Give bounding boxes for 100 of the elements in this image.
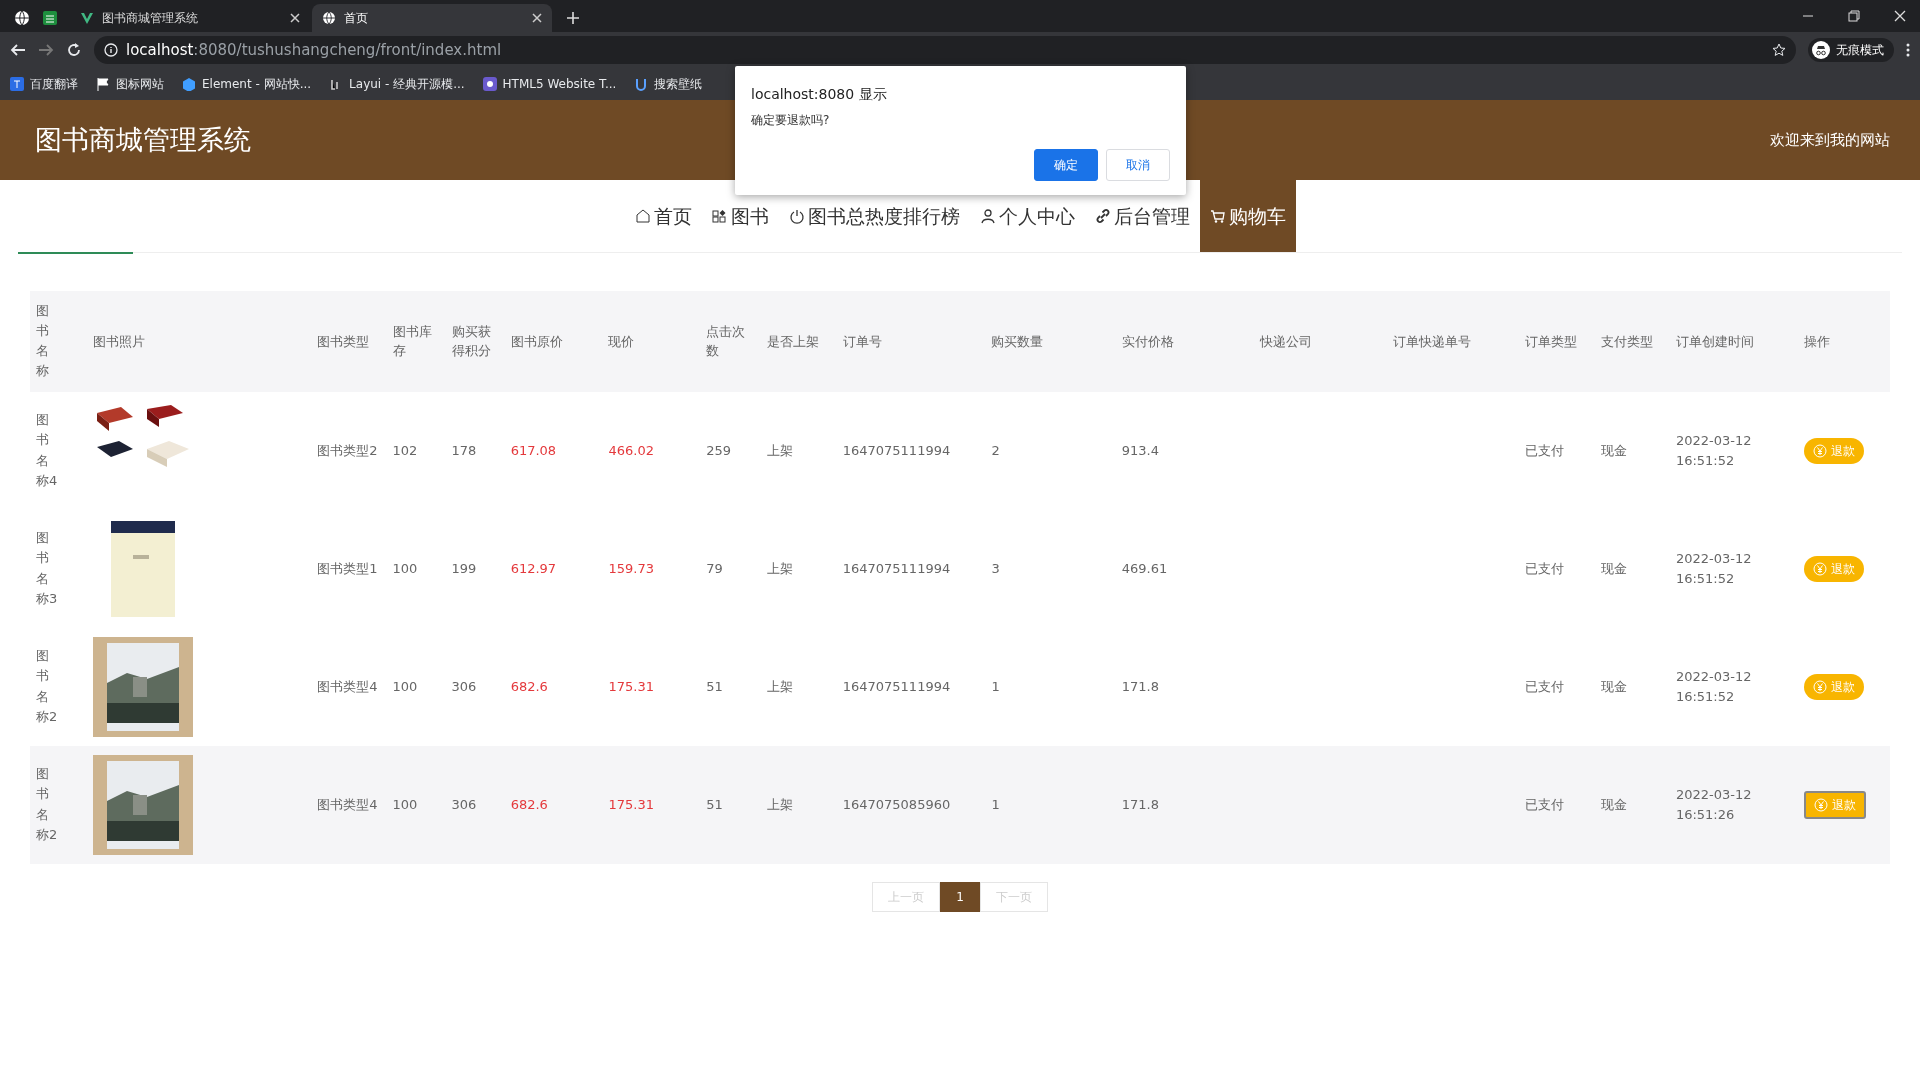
table-cell: 已支付	[1525, 560, 1565, 576]
bookmark[interactable]: HTML5 Website T...	[482, 75, 617, 93]
nav-item[interactable]: 后台管理	[1084, 180, 1200, 252]
table-cell: 51	[706, 796, 723, 812]
column-header: 购买数量	[991, 333, 1044, 349]
star-icon[interactable]	[1772, 43, 1786, 57]
restore-icon[interactable]	[1848, 10, 1860, 22]
table-cell: 466.02	[608, 442, 654, 458]
table-cell: 1647075085960	[842, 796, 951, 812]
column-header: 快递公司	[1260, 333, 1313, 349]
column-header: 图书类型	[317, 333, 370, 349]
address-bar[interactable]: localhost:8080/tushushangcheng/front/index.html	[94, 36, 1796, 64]
nav-icon	[634, 208, 651, 224]
close-icon[interactable]	[290, 13, 300, 23]
bookmark[interactable]: Element - 网站快...	[182, 75, 312, 93]
table-cell: 199	[451, 560, 477, 576]
new-tab-icon[interactable]	[566, 11, 580, 25]
table-cell: 306	[451, 796, 477, 812]
table-cell: 上架	[767, 796, 794, 812]
yen-icon	[1813, 561, 1828, 576]
table-cell: 100	[392, 796, 418, 812]
table-cell: 100	[392, 678, 418, 694]
nav-item[interactable]: 图书总热度排行榜	[778, 180, 970, 252]
column-header: 订单号	[842, 333, 882, 349]
table-cell: 1647075111994	[842, 442, 951, 458]
yen-icon	[1813, 443, 1828, 458]
table-cell: 259	[706, 442, 732, 458]
nav-item[interactable]: 图书	[701, 180, 779, 252]
table-cell: 100	[392, 560, 418, 576]
table-cell: 图书类型4	[317, 678, 378, 694]
site-title: 图书商城管理系统	[35, 122, 251, 157]
column-header: 购买获得积分	[451, 323, 491, 359]
reload-icon[interactable]	[66, 42, 82, 58]
browser-tab[interactable]: 首页	[312, 4, 552, 32]
bookmark-icon	[634, 77, 649, 91]
column-header: 操作	[1804, 333, 1831, 349]
table-cell: 51	[706, 678, 723, 694]
table-cell: 617.08	[510, 442, 557, 458]
table-cell: 已支付	[1525, 678, 1565, 694]
table-cell: 现金	[1600, 442, 1627, 458]
page-button[interactable]: 1	[940, 881, 980, 912]
table-cell: 171.8	[1121, 678, 1159, 694]
nav-icon	[1094, 208, 1111, 224]
bookmark[interactable]: 搜索壁纸	[634, 75, 703, 93]
book-name: 图书名称4	[36, 411, 59, 490]
confirm-button[interactable]: 确定	[1034, 149, 1098, 181]
close-icon[interactable]	[1894, 10, 1906, 22]
globe-icon[interactable]	[14, 10, 30, 26]
table-cell: 1647075111994	[842, 560, 951, 576]
table-cell: 682.6	[510, 796, 548, 812]
column-header: 图书照片	[93, 333, 146, 349]
table-cell: 2	[991, 442, 1000, 458]
close-icon[interactable]	[532, 13, 542, 23]
column-header: 图书库存	[392, 323, 432, 359]
nav-icon	[979, 208, 996, 224]
nav-icon	[788, 208, 805, 224]
table-cell: 1	[991, 796, 1000, 812]
yen-icon	[1814, 797, 1829, 812]
bookmark-icon	[482, 77, 497, 91]
column-header: 现价	[608, 333, 635, 349]
table-cell: 上架	[767, 678, 794, 694]
table-cell: 现金	[1600, 560, 1627, 576]
table-cell: 现金	[1600, 796, 1627, 812]
column-header: 是否上架	[767, 333, 820, 349]
nav-item[interactable]: 购物车	[1199, 180, 1296, 252]
info-icon	[104, 43, 118, 57]
table-cell: 469.61	[1121, 560, 1168, 576]
dialog-message: 确定要退款吗?	[751, 112, 831, 129]
cancel-button[interactable]: 取消	[1106, 149, 1170, 181]
table-cell: 现金	[1600, 678, 1627, 694]
table-cell: 上架	[767, 442, 794, 458]
sheet-icon[interactable]	[42, 10, 58, 26]
table-cell: 612.97	[510, 560, 557, 576]
column-header: 订单快递单号	[1392, 333, 1471, 349]
nav-icon	[1209, 208, 1226, 224]
table-cell: 159.73	[608, 560, 654, 576]
menu-icon[interactable]	[1906, 43, 1910, 57]
table-cell: 171.8	[1121, 796, 1159, 812]
table-cell: 已支付	[1525, 796, 1565, 812]
browser-tab[interactable]: 图书商城管理系统	[70, 4, 310, 32]
table-cell: 102	[392, 442, 418, 458]
table-cell: 图书类型4	[317, 796, 378, 812]
table-cell: 2022-03-12 16:51:52	[1675, 669, 1752, 704]
table-cell: 175.31	[608, 796, 654, 812]
table-cell: 2022-03-12 16:51:52	[1675, 433, 1752, 468]
nav-item[interactable]: 个人中心	[969, 180, 1085, 252]
table-cell: 79	[706, 560, 723, 576]
yen-icon	[1813, 679, 1828, 694]
bookmark[interactable]: 百度翻译	[10, 75, 78, 93]
bookmark[interactable]: Layui - 经典开源模...	[329, 75, 465, 93]
bookmark[interactable]: 图标网站	[96, 75, 164, 93]
forward-icon[interactable]	[38, 42, 54, 58]
column-header: 实付价格	[1121, 333, 1174, 349]
nav-item[interactable]: 首页	[624, 180, 702, 252]
table-cell: 图书类型2	[317, 442, 378, 458]
bookmark-icon	[10, 77, 24, 91]
profile-button[interactable]: 无痕模式	[1808, 38, 1894, 62]
table-cell: 913.4	[1121, 442, 1159, 458]
column-header: 订单类型	[1525, 333, 1578, 349]
back-icon[interactable]	[10, 42, 26, 58]
